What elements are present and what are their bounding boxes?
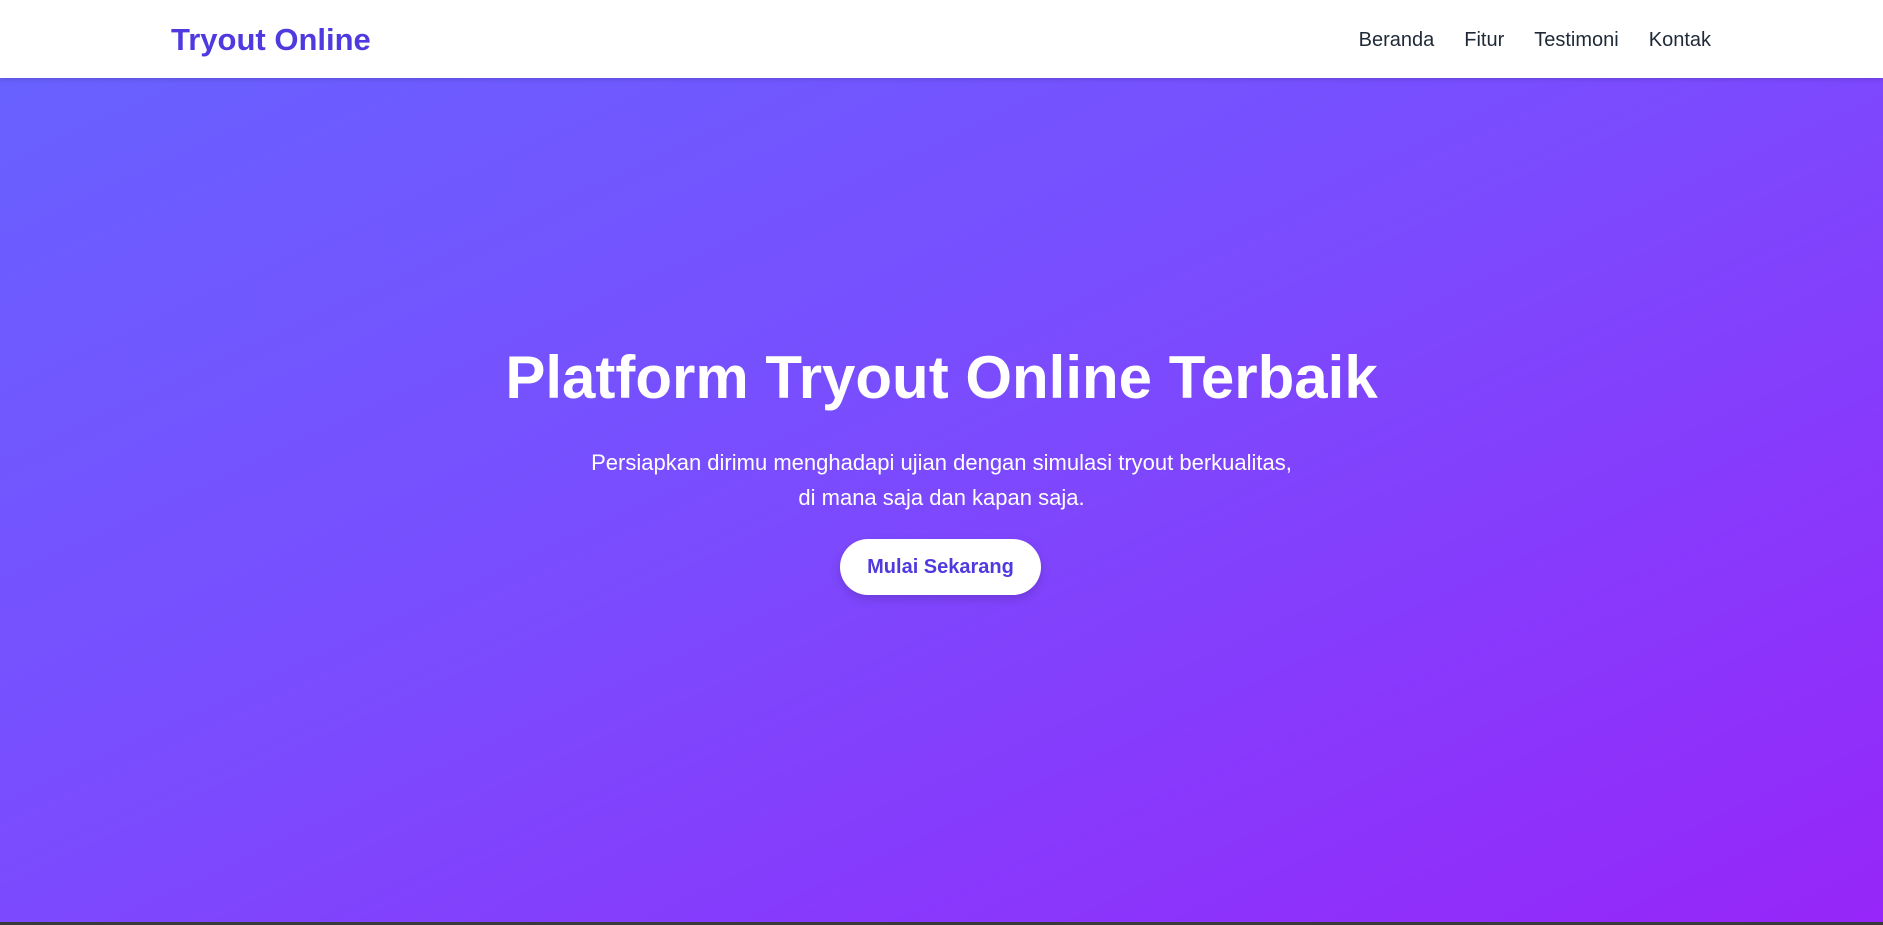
nav-links: Beranda Fitur Testimoni Kontak <box>1359 27 1711 53</box>
nav-link-testimoni[interactable]: Testimoni <box>1534 27 1618 53</box>
hero-subtitle-line-2: di mana saja dan kapan saja. <box>798 485 1085 510</box>
nav-link-kontak[interactable]: Kontak <box>1649 27 1711 53</box>
brand-logo[interactable]: Tryout Online <box>171 22 371 58</box>
hero-subtitle: Persiapkan dirimu menghadapi ujian denga… <box>0 445 1883 515</box>
nav-link-fitur[interactable]: Fitur <box>1464 27 1504 53</box>
hero-title: Platform Tryout Online Terbaik <box>505 344 1378 411</box>
nav-link-beranda[interactable]: Beranda <box>1359 27 1435 53</box>
landing-page: Tryout Online Beranda Fitur Testimoni Ko… <box>0 0 1883 922</box>
navbar: Tryout Online Beranda Fitur Testimoni Ko… <box>0 0 1883 78</box>
hero-section: Platform Tryout Online Terbaik Persiapka… <box>0 78 1883 922</box>
start-now-button[interactable]: Mulai Sekarang <box>840 539 1041 595</box>
hero-subtitle-line-1: Persiapkan dirimu menghadapi ujian denga… <box>591 450 1292 475</box>
